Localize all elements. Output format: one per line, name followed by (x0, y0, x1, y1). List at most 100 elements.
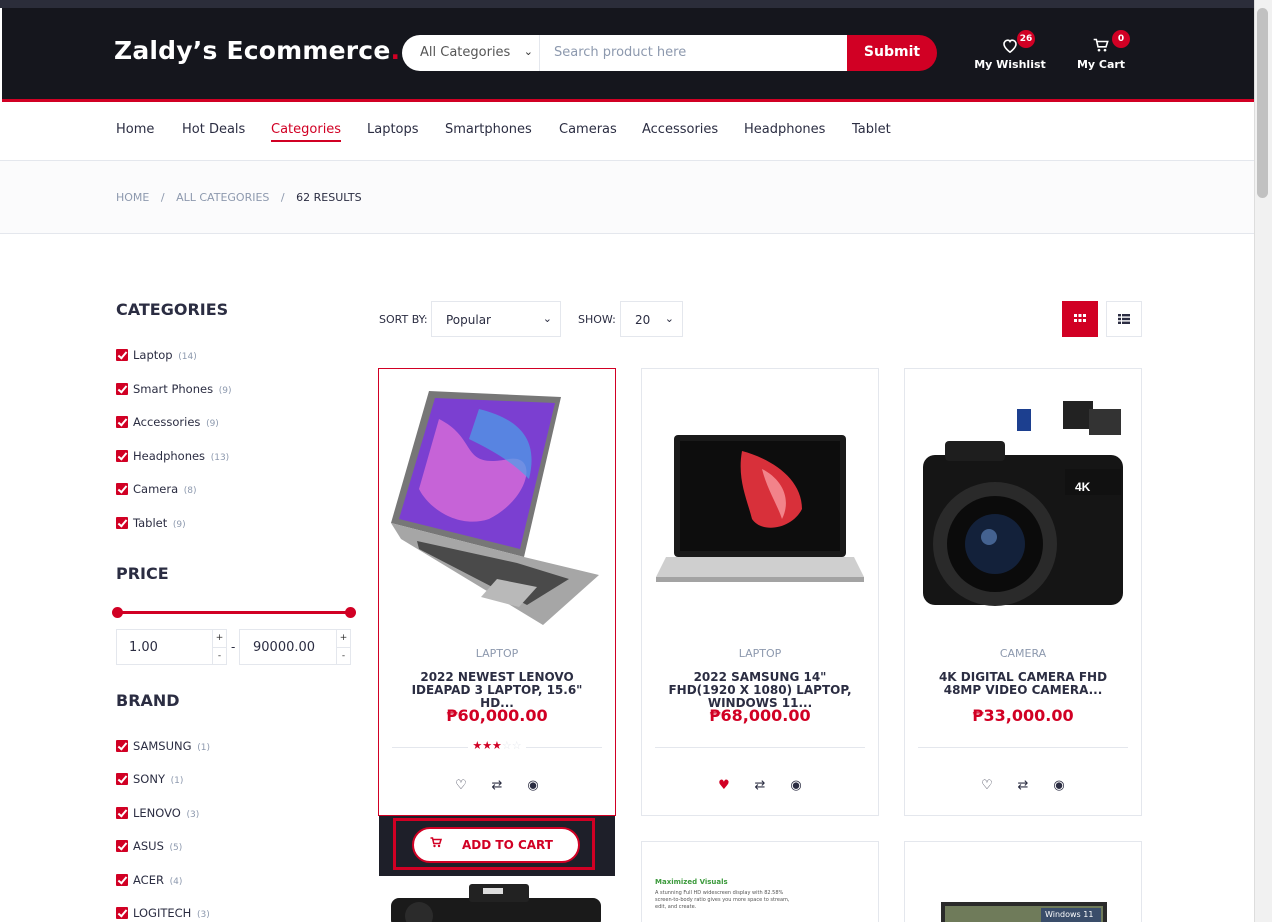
product-price: ₱33,000.00 (972, 706, 1074, 725)
product-card[interactable]: Windows 11 (904, 841, 1142, 922)
checkbox-icon (116, 483, 128, 495)
nav-headphones[interactable]: Headphones (744, 122, 825, 137)
nav-home[interactable]: Home (116, 122, 154, 137)
product-name[interactable]: 2022 NEWEST LENOVO IDEAPAD 3 LAPTOP, 15.… (399, 671, 595, 710)
price-max-minus-button[interactable]: - (336, 647, 350, 664)
brand-checkbox-acer[interactable]: ACER (4) (116, 873, 182, 887)
category-checkbox-laptop[interactable]: Laptop (14) (116, 348, 197, 362)
logo-dot: . (390, 36, 401, 65)
product-category: CAMERA (999, 647, 1047, 660)
checkbox-icon (116, 349, 128, 361)
category-select-value: All Categories (420, 45, 511, 60)
price-range-dash: - (231, 640, 236, 654)
quick-view-button[interactable]: ◉ (1041, 778, 1077, 793)
price-min-plus-button[interactable]: + (212, 630, 226, 647)
nav-laptops[interactable]: Laptops (367, 122, 419, 137)
price-min-input[interactable]: 1.00 + - (116, 629, 227, 665)
site-header: Zaldy’s Ecommerce. All Categories ⌄ Sear… (2, 8, 1254, 102)
checkbox-icon (116, 450, 128, 462)
checkbox-label: LENOVO (133, 806, 181, 820)
nav-accessories[interactable]: Accessories (642, 122, 718, 137)
grid-view-button[interactable] (1062, 301, 1098, 337)
checkbox-label: ACER (133, 873, 164, 887)
wishlist-link[interactable]: 26 My Wishlist (974, 30, 1046, 71)
product-card[interactable] (379, 876, 615, 922)
product-category: LAPTOP (475, 647, 519, 660)
nav-cameras[interactable]: Cameras (559, 122, 617, 137)
nav-hot-deals[interactable]: Hot Deals (182, 122, 245, 137)
sort-label: SORT BY: (379, 313, 428, 326)
checkbox-count: (3) (186, 810, 200, 820)
cart-link[interactable]: 0 My Cart (1076, 30, 1130, 71)
checkbox-label: Tablet (133, 516, 168, 530)
sort-select[interactable]: Popular ⌄ (431, 301, 561, 337)
breadcrumb-home[interactable]: HOME (116, 191, 149, 204)
price-slider-max-handle[interactable] (345, 607, 356, 618)
price-slider[interactable] (112, 606, 356, 618)
product-card[interactable]: LAPTOP 2022 NEWEST LENOVO IDEAPAD 3 LAPT… (378, 368, 616, 816)
breadcrumb: HOME / ALL CATEGORIES / 62 RESULTS (116, 191, 370, 204)
price-max-input[interactable]: 90000.00 + - (239, 629, 351, 665)
product-name[interactable]: 4K DIGITAL CAMERA FHD 48MP VIDEO CAMERA.… (925, 671, 1121, 697)
checkbox-count: (9) (172, 520, 186, 530)
category-checkbox-smart-phones[interactable]: Smart Phones (9) (116, 382, 231, 396)
product-card[interactable]: LAPTOP 2022 SAMSUNG 14" FHD(1920 X 1080)… (641, 368, 879, 816)
cart-count-badge: 0 (1112, 30, 1130, 48)
add-to-wishlist-button[interactable]: ♥ (706, 778, 742, 793)
product-card[interactable]: 4K CAMERA 4K DIGITAL CAMERA FHD 48MP VID… (904, 368, 1142, 816)
exchange-icon: ⇄ (491, 778, 503, 793)
price-slider-track (118, 611, 350, 614)
price-max-plus-button[interactable]: + (336, 630, 350, 647)
checkbox-label: Smart Phones (133, 382, 214, 396)
nav-categories[interactable]: Categories (271, 122, 342, 142)
category-checkbox-headphones[interactable]: Headphones (13) (116, 449, 229, 463)
brand-checkbox-sony[interactable]: SONY (1) (116, 772, 183, 786)
breadcrumb-separator: / (280, 191, 285, 204)
compare-button[interactable]: ⇄ (479, 778, 515, 793)
compare-button[interactable]: ⇄ (1005, 778, 1041, 793)
scrollbar-thumb[interactable] (1257, 8, 1268, 198)
product-name[interactable]: 2022 SAMSUNG 14" FHD(1920 X 1080) LAPTOP… (662, 671, 858, 710)
top-strip (0, 0, 1272, 8)
product-image[interactable] (379, 876, 615, 922)
product-image[interactable] (389, 379, 605, 629)
brand-checkbox-samsung[interactable]: SAMSUNG (1) (116, 739, 210, 753)
search-input[interactable]: Search product here (540, 35, 848, 71)
submit-button[interactable]: Submit (847, 35, 937, 71)
product-card[interactable]: Maximized Visuals A stunning Full HD wid… (641, 841, 879, 922)
breadcrumb-all-categories[interactable]: ALL CATEGORIES (176, 191, 269, 204)
show-label: SHOW: (578, 313, 616, 326)
add-to-cart-button[interactable]: ADD TO CART (412, 827, 580, 863)
add-to-wishlist-button[interactable]: ♡ (443, 778, 479, 793)
cart-label: My Cart (1076, 58, 1126, 71)
nav-smartphones[interactable]: Smartphones (445, 122, 532, 137)
checkbox-icon (116, 807, 128, 819)
product-image[interactable] (652, 379, 868, 629)
checkbox-label: LOGITECH (133, 906, 192, 920)
category-checkbox-camera[interactable]: Camera (8) (116, 482, 197, 496)
logo[interactable]: Zaldy’s Ecommerce. (114, 36, 400, 65)
category-select[interactable]: All Categories ⌄ (402, 35, 540, 71)
checkbox-icon (116, 740, 128, 752)
category-checkbox-accessories[interactable]: Accessories (9) (116, 415, 219, 429)
category-checkbox-tablet[interactable]: Tablet (9) (116, 516, 186, 530)
checkbox-count: (1) (197, 743, 210, 753)
compare-button[interactable]: ⇄ (742, 778, 778, 793)
sort-select-value: Popular (446, 313, 491, 327)
add-to-wishlist-button[interactable]: ♡ (969, 778, 1005, 793)
brand-checkbox-lenovo[interactable]: LENOVO (3) (116, 806, 199, 820)
product-image[interactable]: 4K (915, 379, 1131, 629)
main-nav: Home Hot Deals Categories Laptops Smartp… (0, 103, 1254, 161)
brand-checkbox-logitech[interactable]: LOGITECH (3) (116, 906, 210, 920)
checkbox-count: (9) (218, 386, 232, 396)
breadcrumb-results: 62 RESULTS (296, 191, 362, 204)
price-slider-min-handle[interactable] (112, 607, 123, 618)
checkbox-label: Headphones (133, 449, 206, 463)
show-select[interactable]: 20 ⌄ (620, 301, 683, 337)
price-min-minus-button[interactable]: - (212, 647, 226, 664)
quick-view-button[interactable]: ◉ (515, 778, 551, 793)
brand-checkbox-asus[interactable]: ASUS (5) (116, 839, 182, 853)
list-view-button[interactable] (1106, 301, 1142, 337)
nav-tablet[interactable]: Tablet (852, 122, 891, 137)
quick-view-button[interactable]: ◉ (778, 778, 814, 793)
